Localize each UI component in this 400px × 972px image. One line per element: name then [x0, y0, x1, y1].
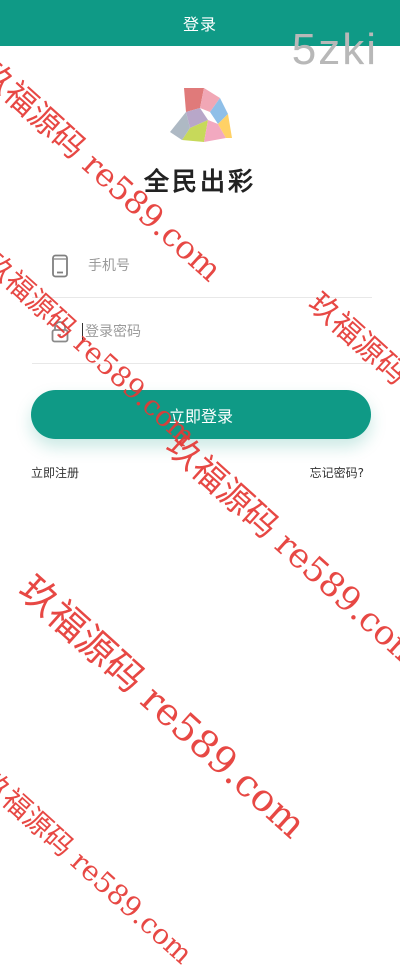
brand-logo: 全民出彩 — [0, 80, 400, 198]
page-title: 登录 — [182, 15, 217, 34]
watermark-text: 玖福源码 re589.com — [157, 425, 400, 677]
register-link[interactable]: 立即注册 — [31, 464, 79, 481]
lock-icon — [40, 320, 80, 344]
phone-icon — [40, 254, 80, 278]
password-field[interactable] — [32, 300, 372, 364]
app-header: 登录 — [0, 0, 400, 46]
phone-input[interactable] — [80, 257, 372, 274]
colorful-triangle-logo-icon — [170, 88, 232, 142]
watermark-text: 玖福源码 re589.com — [0, 763, 200, 971]
password-input[interactable] — [83, 323, 372, 340]
watermark-text: 玖福源码 re589.com — [10, 566, 315, 847]
phone-field[interactable] — [32, 234, 372, 298]
brand-name: 全民出彩 — [143, 167, 256, 196]
login-button[interactable]: 立即登录 — [31, 390, 371, 439]
forgot-password-link[interactable]: 忘记密码? — [310, 464, 364, 481]
